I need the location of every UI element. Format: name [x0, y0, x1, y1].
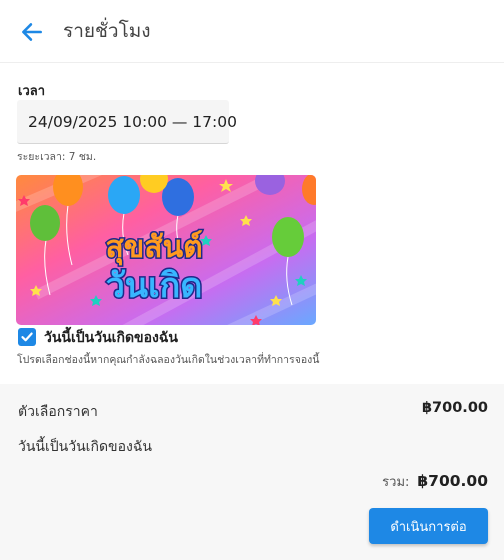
total-value: ฿700.00: [417, 472, 488, 490]
birthday-hint: โปรดเลือกช่องนี้หากคุณกำลังฉลองวันเกิดใน…: [17, 354, 320, 366]
price-option-value: ฿700.00: [421, 400, 488, 416]
continue-button[interactable]: ดำเนินการต่อ: [369, 508, 488, 544]
time-label: เวลา: [18, 84, 46, 99]
birthday-checkbox[interactable]: [18, 328, 36, 346]
page-title: รายชั่วโมง: [63, 20, 151, 42]
price-option-detail: วันนี้เป็นวันเกิดของฉัน: [18, 439, 152, 455]
arrow-left-icon: [22, 23, 42, 41]
app-header: รายชั่วโมง: [0, 0, 504, 63]
birthday-checkbox-label[interactable]: วันนี้เป็นวันเกิดของฉัน: [44, 327, 178, 349]
total-label: รวม:: [382, 475, 410, 490]
total-row: รวม: ฿700.00: [382, 471, 488, 492]
svg-text:วันเกิด: วันเกิด: [106, 266, 203, 306]
checkmark-icon: [21, 332, 33, 342]
birthday-banner-image: สุขสันต์ วันเกิด: [16, 175, 316, 325]
back-button[interactable]: [17, 17, 47, 47]
time-range-field[interactable]: 24/09/2025 10:00 — 17:00: [17, 100, 237, 144]
svg-text:สุขสันต์: สุขสันต์: [105, 230, 202, 266]
price-option-label: ตัวเลือกราคา: [18, 404, 98, 420]
duration-text: ระยะเวลา: 7 ชม.: [17, 151, 97, 163]
